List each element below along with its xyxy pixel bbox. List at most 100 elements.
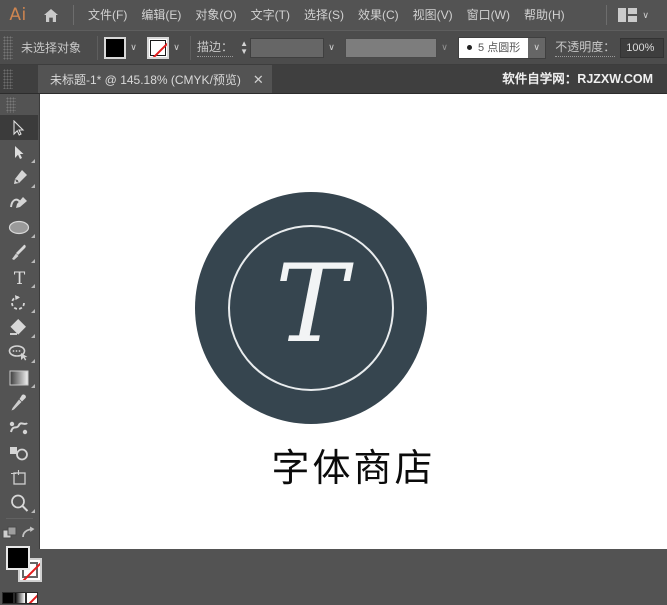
tool-extras-row: [0, 522, 38, 544]
stroke-control-group: ∨: [147, 36, 184, 59]
fill-chevron-down-icon[interactable]: ∨: [126, 37, 141, 59]
lasso-icon: [8, 345, 28, 361]
logo-letter-T: T: [274, 242, 348, 367]
pen-nib-icon: [13, 170, 27, 184]
menu-item-type[interactable]: 文字(T): [244, 0, 297, 30]
lasso-tool[interactable]: [0, 340, 38, 365]
pen-tool[interactable]: [0, 165, 38, 190]
stroke-weight-input[interactable]: [250, 37, 325, 58]
ellipse-shape-tool[interactable]: [0, 215, 38, 240]
direct-selection-tool[interactable]: [0, 140, 38, 165]
fill-control-group: ∨: [104, 36, 141, 59]
color-mode-gradient-swatch[interactable]: [14, 592, 26, 604]
blend-icon: [9, 421, 28, 434]
control-separator-1: [97, 35, 99, 60]
stroke-profile-input[interactable]: [345, 37, 438, 58]
tools-panel-drag-handle[interactable]: [6, 97, 16, 113]
control-bar-drag-handle[interactable]: [3, 35, 13, 60]
menubar-right-group: ∨: [599, 0, 667, 30]
document-tab[interactable]: 未标题-1* @ 145.18% (CMYK/预览) ✕: [38, 65, 272, 93]
brush-chevron-down-icon[interactable]: ∨: [528, 38, 545, 58]
menu-item-edit[interactable]: 编辑(E): [134, 0, 188, 30]
curvature-tool[interactable]: [0, 190, 38, 215]
logo-outer-circle: T: [195, 192, 427, 424]
ellipse-icon: [8, 220, 30, 235]
menu-item-help[interactable]: 帮助(H): [517, 0, 572, 30]
direct-selection-arrow-icon: [15, 145, 24, 159]
selection-arrow-icon: [13, 119, 25, 136]
flyout-indicator-icon: [31, 309, 35, 313]
opacity-label[interactable]: 不透明度：: [555, 38, 616, 57]
color-mode-solid-swatch[interactable]: [2, 592, 14, 604]
color-mode-none-swatch[interactable]: [26, 592, 38, 604]
stroke-color-swatch[interactable]: [147, 36, 170, 59]
color-mode-swatches: [2, 592, 42, 605]
curvature-pen-icon: [9, 197, 27, 208]
menu-item-view[interactable]: 视图(V): [406, 0, 460, 30]
stroke-weight-label[interactable]: 描边：: [197, 38, 234, 57]
stroke-chevron-down-icon[interactable]: ∨: [169, 37, 184, 59]
brush-dot-icon: [467, 45, 473, 50]
type-tool[interactable]: T: [0, 265, 38, 290]
stroke-profile-chevron-down-icon[interactable]: ∨: [437, 37, 452, 59]
menu-bar: Ai 文件(F) 编辑(E) 对象(O) 文字(T) 选择(S) 效果(C) 视…: [0, 0, 667, 30]
workspace-chevron-down-icon[interactable]: ∨: [640, 0, 655, 30]
flyout-indicator-icon: [31, 159, 35, 163]
menu-divider: [73, 5, 74, 25]
document-tab-title: 未标题-1* @ 145.18% (CMYK/预览): [50, 72, 241, 87]
artboard-icon: [11, 469, 26, 485]
svg-text:T: T: [13, 270, 25, 286]
stroke-weight-chevron-down-icon[interactable]: ∨: [324, 37, 339, 59]
brand-text-label[interactable]: 字体商店: [40, 449, 667, 487]
workspace-divider: [606, 5, 608, 25]
brush-definition-value-wrap: 5 点圆形: [459, 37, 529, 58]
symbol-sprayer-tool[interactable]: [0, 440, 38, 465]
selection-status-label: 未选择对象: [21, 41, 82, 55]
flyout-indicator-icon: [31, 359, 35, 363]
gradient-tool[interactable]: [0, 365, 38, 390]
menu-item-list: 文件(F) 编辑(E) 对象(O) 文字(T) 选择(S) 效果(C) 视图(V…: [81, 0, 572, 30]
menu-item-file[interactable]: 文件(F): [81, 0, 134, 30]
home-button[interactable]: [36, 0, 66, 30]
menu-item-object[interactable]: 对象(O): [188, 0, 243, 30]
flyout-indicator-icon: [31, 509, 35, 513]
gradient-swatch-icon: [9, 370, 29, 385]
arrange-objects-icon[interactable]: [2, 526, 18, 541]
menu-item-window[interactable]: 窗口(W): [460, 0, 517, 30]
logo-artwork[interactable]: T: [195, 192, 427, 424]
menu-item-select[interactable]: 选择(S): [297, 0, 351, 30]
shape-builder-tool[interactable]: [0, 315, 38, 340]
symbol-sprayer-icon: [10, 446, 28, 460]
selection-tool[interactable]: [0, 115, 38, 140]
shape-builder-icon: [10, 319, 26, 335]
flyout-indicator-icon: [31, 384, 35, 388]
stroke-weight-stepper[interactable]: ▲ ▼: [238, 37, 250, 59]
control-separator-2: [190, 35, 192, 60]
tab-bar-drag-handle[interactable]: [3, 69, 13, 89]
close-icon[interactable]: ✕: [253, 73, 264, 86]
document-tab-bar: 未标题-1* @ 145.18% (CMYK/预览) ✕ 软件自学网：RJZXW…: [0, 65, 667, 94]
document-canvas[interactable]: T 字体商店: [40, 94, 667, 549]
paintbrush-tool[interactable]: [0, 240, 38, 265]
zoom-tool[interactable]: [0, 490, 38, 515]
brush-definition-combo[interactable]: 5 点圆形 ∨: [458, 36, 547, 59]
eyedropper-icon: [11, 394, 26, 410]
rotate-arrow-icon: [11, 295, 25, 310]
flyout-indicator-icon: [31, 184, 35, 188]
tools-divider: [6, 518, 33, 519]
tools-panel: T: [0, 94, 42, 604]
eyedropper-tool[interactable]: [0, 390, 38, 415]
fill-color-swatch[interactable]: [104, 36, 127, 59]
magnifier-icon: [10, 494, 28, 512]
menu-item-effect[interactable]: 效果(C): [351, 0, 406, 30]
control-options-bar: 未选择对象 ∨ ∨ 描边： ▲ ▼ ∨ ∨ 5 点圆形 ∨ 不透明度： 100%: [0, 30, 667, 65]
opacity-input[interactable]: 100%: [620, 37, 665, 58]
artboard-tool[interactable]: [0, 465, 38, 490]
swap-fill-stroke-icon[interactable]: [21, 526, 36, 540]
blend-tool[interactable]: [0, 415, 38, 440]
flyout-indicator-icon: [31, 284, 35, 288]
toolbar-fill-swatch[interactable]: [6, 546, 30, 570]
rotate-tool[interactable]: [0, 290, 38, 315]
fill-stroke-color-control: [0, 546, 42, 588]
workspace-switcher-button[interactable]: [614, 0, 640, 30]
